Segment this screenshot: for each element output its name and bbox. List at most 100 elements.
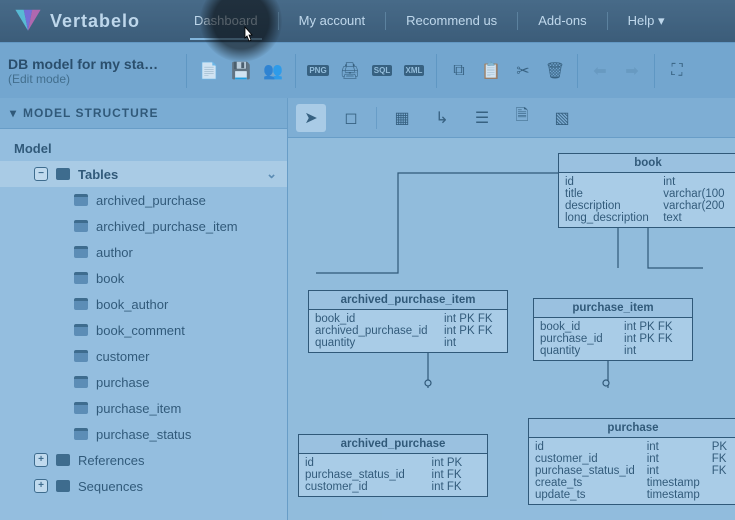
model-tree: Model − Tables ⌄ archived_purchasearchiv…: [0, 129, 287, 499]
share-button[interactable]: 👥: [259, 57, 287, 85]
tree-item-label: archived_purchase: [96, 193, 206, 208]
entity-cell: id: [565, 176, 655, 188]
tree-item-label: book: [96, 271, 124, 286]
tree-tables-group[interactable]: − Tables ⌄: [0, 161, 287, 187]
sidebar: ▾ MODEL STRUCTURE Model − Tables ⌄ archi…: [0, 98, 288, 520]
tree-table-book-author[interactable]: book_author: [0, 291, 287, 317]
tree-references-label: References: [78, 453, 144, 468]
editor-toolbar: DB model for my sta… (Edit mode) 📄 💾 👥 P…: [0, 42, 735, 98]
table-icon: [74, 350, 88, 362]
collapse-icon: ▾: [10, 106, 17, 120]
tool-new-note[interactable]: 🗎: [507, 104, 537, 132]
delete-button[interactable]: 🗑: [541, 57, 569, 85]
tool-new-area[interactable]: ▧: [547, 104, 577, 132]
entity-cell: update_ts: [535, 489, 639, 501]
entity-cell: int: [647, 441, 704, 453]
brand-text: Vertabelo: [50, 11, 140, 32]
entity-cell: int PK FK: [624, 333, 686, 345]
tree-table-purchase[interactable]: purchase: [0, 369, 287, 395]
entity-book[interactable]: book idinttitlevarchar(100descriptionvar…: [558, 153, 735, 228]
entity-purchase[interactable]: purchase idintPKcustomer_idintFKpurchase…: [528, 418, 735, 505]
folder-icon: [56, 168, 70, 180]
tool-new-table[interactable]: ▦: [387, 104, 417, 132]
tree-item-label: purchase_item: [96, 401, 181, 416]
export-sql-button[interactable]: SQL: [368, 57, 396, 85]
entity-cell: id: [305, 457, 424, 469]
tree-item-label: author: [96, 245, 133, 260]
tree-table-author[interactable]: author: [0, 239, 287, 265]
entity-cell: int PK FK: [624, 321, 686, 333]
entity-cell: int PK FK: [444, 325, 501, 337]
tree-table-customer[interactable]: customer: [0, 343, 287, 369]
nav-add-ons[interactable]: Add-ons: [526, 8, 598, 34]
entity-cell: create_ts: [535, 477, 639, 489]
tool-new-view[interactable]: ☰: [467, 104, 497, 132]
tree-table-archived-purchase-item[interactable]: archived_purchase_item: [0, 213, 287, 239]
copy-button[interactable]: ⧉: [445, 57, 473, 85]
entity-cell: FK: [712, 465, 731, 477]
table-icon: [74, 402, 88, 414]
entity-cell: description: [565, 200, 655, 212]
tree-item-label: purchase: [96, 375, 149, 390]
redo-button[interactable]: ➡: [618, 57, 646, 85]
tool-new-reference[interactable]: ↳: [427, 104, 457, 132]
expand-toggle-icon[interactable]: +: [34, 453, 48, 467]
tree-table-archived-purchase[interactable]: archived_purchase: [0, 187, 287, 213]
entity-archived-purchase[interactable]: archived_purchase idint PKpurchase_statu…: [298, 434, 488, 497]
chevron-down-icon: ⌄: [266, 166, 277, 182]
canvas-toolbar: ➤ ◻ ▦ ↳ ☰ 🗎 ▧: [288, 98, 735, 138]
entity-cell: customer_id: [535, 453, 639, 465]
tree-item-label: purchase_status: [96, 427, 191, 442]
tree-table-purchase-item[interactable]: purchase_item: [0, 395, 287, 421]
entity-cell: [712, 489, 731, 501]
nav-recommend-us[interactable]: Recommend us: [394, 8, 509, 34]
save-button[interactable]: 💾: [227, 57, 255, 85]
entity-title: purchase: [529, 419, 735, 438]
new-file-button[interactable]: 📄: [195, 57, 223, 85]
tree-table-book-comment[interactable]: book_comment: [0, 317, 287, 343]
nav-dashboard[interactable]: Dashboard: [182, 8, 270, 34]
tool-select[interactable]: ➤: [296, 104, 326, 132]
entity-cell: book_id: [540, 321, 616, 333]
diagram-canvas[interactable]: ➤ ◻ ▦ ↳ ☰ 🗎 ▧ book idinttitle: [288, 98, 735, 520]
model-title: DB model for my sta…: [8, 56, 178, 72]
tree-sequences-label: Sequences: [78, 479, 143, 494]
print-button[interactable]: 🖨: [336, 57, 364, 85]
entity-cell: purchase_id: [540, 333, 616, 345]
entity-cell: timestamp: [647, 477, 704, 489]
paste-button[interactable]: 📋: [477, 57, 505, 85]
entity-archived-purchase-item[interactable]: archived_purchase_item book_idint PK FKa…: [308, 290, 508, 353]
entity-cell: int: [663, 176, 731, 188]
entity-cell: varchar(200: [663, 200, 731, 212]
sidebar-heading[interactable]: ▾ MODEL STRUCTURE: [0, 98, 287, 129]
entity-purchase-item[interactable]: purchase_item book_idint PK FKpurchase_i…: [533, 298, 693, 361]
tree-table-book[interactable]: book: [0, 265, 287, 291]
entity-cell: int PK FK: [444, 313, 501, 325]
table-icon: [74, 194, 88, 206]
entity-cell: FK: [712, 453, 731, 465]
tool-marquee[interactable]: ◻: [336, 104, 366, 132]
cut-button[interactable]: ✂: [509, 57, 537, 85]
model-title-block[interactable]: DB model for my sta… (Edit mode): [8, 56, 178, 86]
entity-title: archived_purchase: [299, 435, 487, 454]
entity-cell: timestamp: [647, 489, 704, 501]
entity-cell: customer_id: [305, 481, 424, 493]
export-png-button[interactable]: PNG: [304, 57, 332, 85]
export-xml-button[interactable]: XML: [400, 57, 428, 85]
brand-logo[interactable]: Vertabelo: [14, 7, 140, 35]
tree-table-purchase-status[interactable]: purchase_status: [0, 421, 287, 447]
tree-references[interactable]: + References: [0, 447, 287, 473]
entity-cell: [712, 477, 731, 489]
nav-my-account[interactable]: My account: [287, 8, 377, 34]
table-icon: [74, 324, 88, 336]
tree-root[interactable]: Model: [0, 135, 287, 161]
collapse-toggle-icon[interactable]: −: [34, 167, 48, 181]
tree-sequences[interactable]: + Sequences: [0, 473, 287, 499]
expand-toggle-icon[interactable]: +: [34, 479, 48, 493]
nav-help[interactable]: Help ▾: [616, 8, 677, 34]
entity-cell: varchar(100: [663, 188, 731, 200]
undo-button[interactable]: ⬅: [586, 57, 614, 85]
fullscreen-button[interactable]: ⛶: [663, 57, 691, 85]
entity-cell: int: [647, 453, 704, 465]
table-icon: [74, 220, 88, 232]
